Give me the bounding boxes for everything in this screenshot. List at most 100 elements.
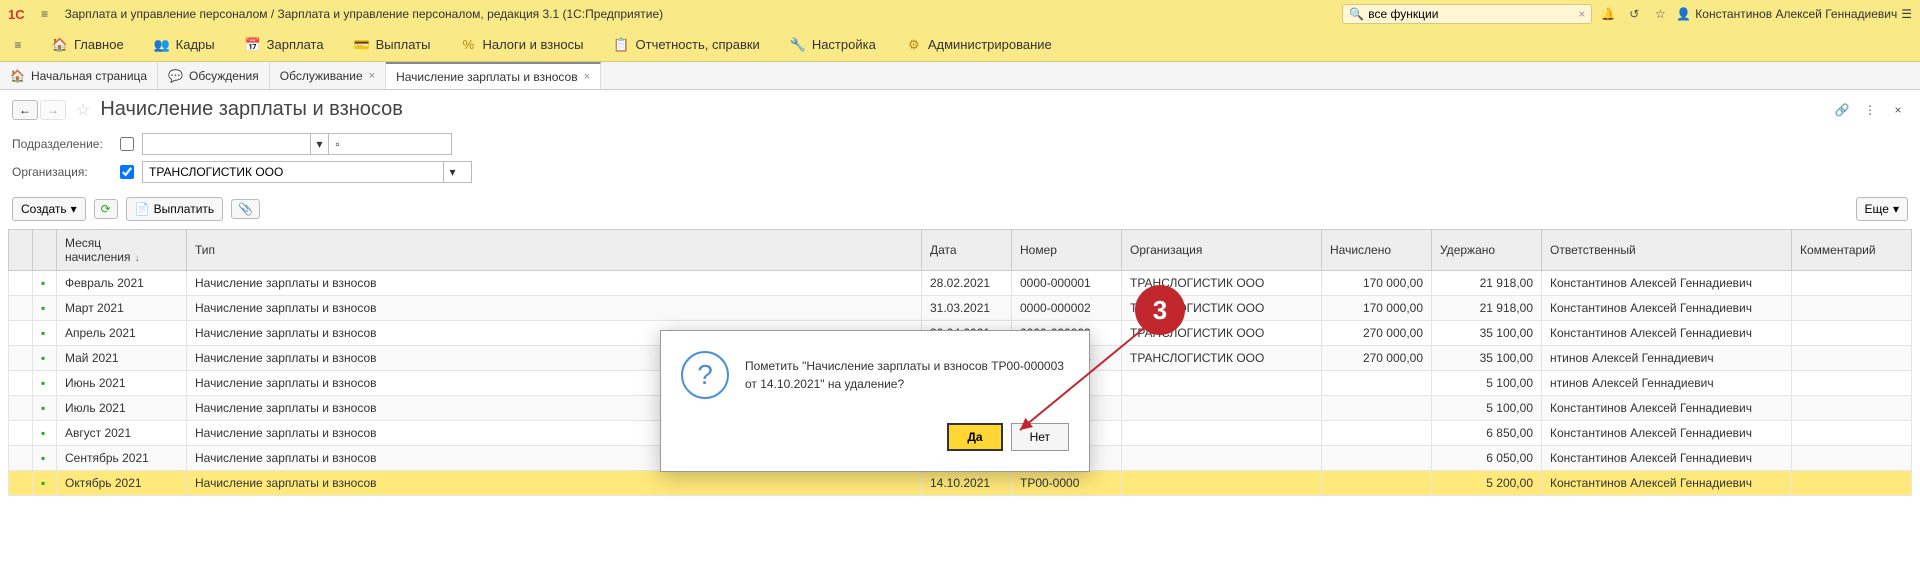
col-header[interactable]: Комментарий <box>1792 230 1912 271</box>
pay-label: Выплатить <box>154 202 215 216</box>
star-icon[interactable]: ☆ <box>1650 4 1670 24</box>
tab-Начальная страница[interactable]: 🏠Начальная страница <box>0 62 158 89</box>
menu-item-Выплаты[interactable]: 💳 Выплаты <box>348 33 437 57</box>
close-page-icon[interactable]: × <box>1888 100 1908 120</box>
status-cell: ▪ <box>33 321 57 346</box>
menu-item-Настройка[interactable]: 🔧Настройка <box>784 33 882 57</box>
chat-icon: 💬 <box>168 69 183 83</box>
menu-item-Зарплата[interactable]: 📅Зарплата <box>239 33 330 57</box>
menu-item-Налоги и взносы[interactable]: %Налоги и взносы <box>454 33 589 57</box>
date-cell: 28.02.2021 <box>922 271 1012 296</box>
bell-icon[interactable]: 🔔 <box>1598 4 1618 24</box>
month-cell: Март 2021 <box>57 296 187 321</box>
col-header[interactable]: Месяц начисления↓ <box>57 230 187 271</box>
doc-status-icon: ▪ <box>41 451 45 465</box>
type-cell: Начисление зарплаты и взносов <box>187 296 922 321</box>
org-combo[interactable]: ▾ <box>142 161 472 183</box>
accrued-cell: 170 000,00 <box>1322 271 1432 296</box>
department-combo[interactable]: ▾ ▫ <box>142 133 452 155</box>
col-header[interactable]: Организация <box>1122 230 1322 271</box>
menu-item-Отчетность, справки[interactable]: 📋Отчетность, справки <box>608 33 766 57</box>
gear-icon: ⚙ <box>906 37 922 53</box>
burger-icon[interactable]: ≡ <box>35 4 55 24</box>
chevron-down-icon[interactable]: ▾ <box>310 134 328 154</box>
withheld-cell: 5 100,00 <box>1432 396 1542 421</box>
accrued-cell <box>1322 371 1432 396</box>
tabstrip: 🏠Начальная страница💬ОбсужденияОбслуживан… <box>0 62 1920 90</box>
user-menu[interactable]: 👤 Константинов Алексей Геннадиевич ☰ <box>1676 7 1912 21</box>
org-cell <box>1122 446 1322 471</box>
chevron-down-icon: ▾ <box>71 202 77 216</box>
col-header[interactable]: Начислено <box>1322 230 1432 271</box>
forward-button[interactable]: → <box>40 100 66 120</box>
filters: Подразделение: ▾ ▫ Организация: ▾ <box>0 129 1920 193</box>
table-row[interactable]: ▪ Февраль 2021 Начисление зарплаты и взн… <box>9 271 1912 296</box>
resp-cell: нтинов Алексей Геннадиевич <box>1542 371 1792 396</box>
col-header[interactable]: Тип <box>187 230 922 271</box>
tab-label: Обслуживание <box>280 69 363 83</box>
org-checkbox[interactable] <box>120 165 134 179</box>
tab-Начисление зарплаты и взносов[interactable]: Начисление зарплаты и взносов× <box>386 62 601 89</box>
doc-status-icon: ▪ <box>41 476 45 490</box>
col-header[interactable]: Удержано <box>1432 230 1542 271</box>
withheld-cell: 21 918,00 <box>1432 271 1542 296</box>
clear-icon[interactable]: × <box>1578 7 1585 21</box>
back-button[interactable]: ← <box>12 100 38 120</box>
attach-cell <box>9 471 33 496</box>
chevron-down-icon[interactable]: ▾ <box>443 162 461 182</box>
col-header[interactable]: Дата <box>922 230 1012 271</box>
department-checkbox[interactable] <box>120 137 134 151</box>
col-header[interactable]: Ответственный <box>1542 230 1792 271</box>
attach-cell <box>9 271 33 296</box>
yes-button[interactable]: Да <box>947 423 1002 451</box>
user-icon: 👤 <box>1676 7 1691 21</box>
menu-item-Главное[interactable]: 🏠Главное <box>46 33 130 57</box>
tab-label: Начальная страница <box>31 69 147 83</box>
open-dialog-icon[interactable]: ▫ <box>328 134 346 154</box>
month-cell: Август 2021 <box>57 421 187 446</box>
doc-status-icon: ▪ <box>41 301 45 315</box>
create-button[interactable]: Создать ▾ <box>12 197 86 221</box>
month-cell: Июль 2021 <box>57 396 187 421</box>
kebab-icon[interactable]: ⋮ <box>1860 100 1880 120</box>
favorite-icon[interactable]: ☆ <box>76 100 90 120</box>
department-label: Подразделение: <box>12 137 112 151</box>
month-cell: Февраль 2021 <box>57 271 187 296</box>
org-label: Организация: <box>12 165 112 179</box>
col-header[interactable]: Номер <box>1012 230 1122 271</box>
col-header[interactable] <box>9 230 33 271</box>
close-icon[interactable]: × <box>584 71 590 83</box>
org-input[interactable] <box>143 162 443 182</box>
search-input[interactable] <box>1368 7 1574 21</box>
menu-label: Выплаты <box>376 37 431 52</box>
tab-Обсуждения[interactable]: 💬Обсуждения <box>158 62 270 89</box>
pay-button[interactable]: 📄 Выплатить <box>126 197 223 221</box>
tab-Обслуживание[interactable]: Обслуживание × <box>270 62 386 89</box>
status-cell: ▪ <box>33 446 57 471</box>
status-cell: ▪ <box>33 346 57 371</box>
attach-button[interactable]: 📎 <box>231 199 260 219</box>
menu-toggle-icon[interactable]: ≡ <box>8 35 28 55</box>
app-title: Зарплата и управление персоналом / Зарпл… <box>65 7 664 21</box>
wallet-icon: 💳 <box>354 37 370 53</box>
link-icon[interactable]: 🔗 <box>1832 100 1852 120</box>
refresh-button[interactable]: ⟳ <box>94 199 118 219</box>
comment-cell <box>1792 371 1912 396</box>
wrench-icon: 🔧 <box>790 37 806 53</box>
comment-cell <box>1792 296 1912 321</box>
menu-item-Кадры[interactable]: 👥Кадры <box>148 33 221 57</box>
menu-item-Администрирование[interactable]: ⚙Администрирование <box>900 33 1058 57</box>
department-input[interactable] <box>143 134 310 154</box>
table-row[interactable]: ▪ Март 2021 Начисление зарплаты и взносо… <box>9 296 1912 321</box>
main-menu: ≡ 🏠Главное 👥Кадры 📅Зарплата 💳 Выплаты %Налоги… <box>0 28 1920 62</box>
table-row[interactable]: ▪ Октябрь 2021 Начисление зарплаты и взн… <box>9 471 1912 496</box>
close-icon[interactable]: × <box>369 70 375 82</box>
home-icon: 🏠 <box>52 37 68 53</box>
history-icon[interactable]: ↺ <box>1624 4 1644 24</box>
col-header[interactable] <box>33 230 57 271</box>
more-button[interactable]: Еще ▾ <box>1856 197 1908 221</box>
chevron-down-icon: ☰ <box>1901 7 1912 21</box>
num-cell: ТР00-0000 <box>1012 471 1122 496</box>
search-box[interactable]: 🔍 × <box>1342 4 1592 24</box>
attach-cell <box>9 346 33 371</box>
